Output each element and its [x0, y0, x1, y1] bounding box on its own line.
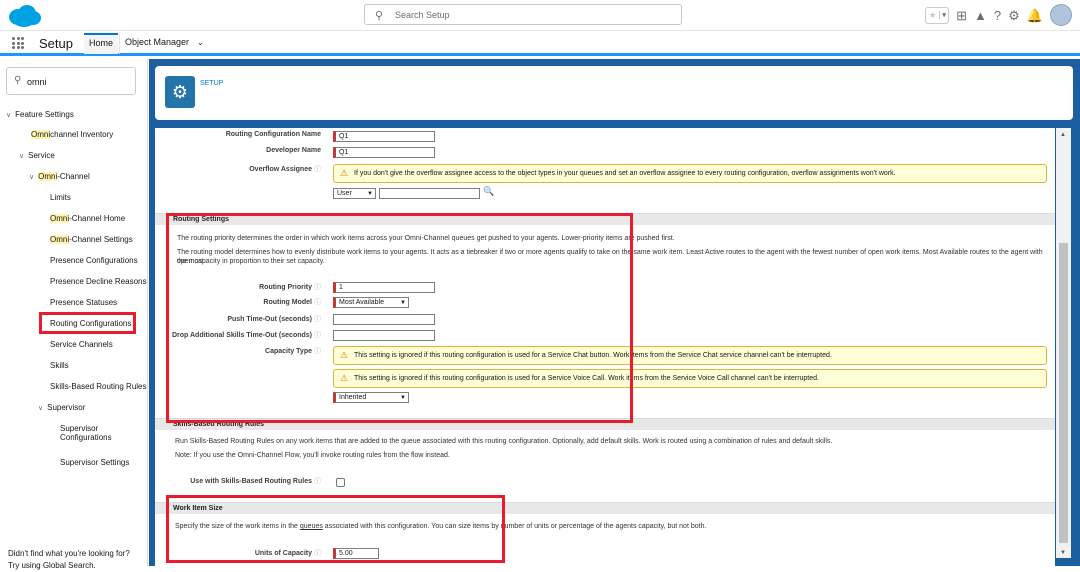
trailhead-icon[interactable]: ▲ [974, 9, 987, 22]
chevron-down-icon: ▼ [367, 191, 373, 197]
scroll-down-icon[interactable]: ▼ [1060, 550, 1066, 556]
bell-icon[interactable]: 🔔 [1027, 9, 1043, 22]
lookup-icon[interactable]: 🔍 [483, 186, 494, 197]
setup-gear-icon: ⚙ [165, 76, 195, 108]
routing-config-name-label: Routing Configuration Name [155, 131, 321, 138]
highlight-text: Omni [31, 130, 51, 139]
annotation-highlight-box [166, 213, 633, 423]
warning-icon: ⚠ [340, 168, 349, 178]
form-scrollbar[interactable]: ▲ ▼ [1056, 128, 1071, 558]
chevron-down-icon: ∨ [38, 405, 44, 412]
tree-item-label: -Channel Settings [69, 235, 133, 244]
chevron-down-icon[interactable]: ⌄ [197, 38, 204, 47]
label-text: Use with Skills-Based Routing Rules [190, 478, 312, 485]
label-text: Routing Configuration Name [225, 131, 321, 138]
highlight-text: Omni [50, 235, 70, 244]
tree-item-label: Configurations [60, 433, 112, 442]
tree-item-omnichannel-inventory[interactable]: Omnichannel Inventory [31, 130, 113, 139]
global-search-help: Didn't find what you're looking for? Try… [8, 548, 130, 572]
skills-routing-desc: Run Skills-Based Routing Rules on any wo… [175, 438, 833, 445]
tree-item-service[interactable]: ∨ Service [19, 151, 55, 160]
info-icon: ⓘ [314, 166, 321, 173]
tree-item-limits[interactable]: Limits [50, 193, 71, 202]
search-placeholder: Search Setup [395, 10, 450, 20]
quick-find-value: omni [27, 77, 47, 87]
tree-item-supervisor-settings[interactable]: Supervisor Settings [60, 458, 129, 467]
use-skills-routing-checkbox[interactable] [336, 478, 345, 487]
chevron-down-icon: ∨ [19, 153, 25, 160]
label-text: Developer Name [266, 147, 321, 154]
app-title: Setup [39, 36, 73, 51]
scrollbar-thumb[interactable] [1059, 243, 1068, 543]
favorites-button[interactable]: ★ ▾ [925, 6, 950, 24]
tab-object-manager-label: Object Manager [125, 37, 190, 47]
label-text: Overflow Assignee [249, 166, 312, 173]
search-icon: ⚲ [14, 75, 22, 86]
overflow-warning: ⚠ If you don't give the overflow assignee… [333, 164, 1047, 183]
chevron-down-icon: ∨ [6, 112, 12, 119]
tree-item-skills[interactable]: Skills [50, 361, 69, 370]
app-launcher-icon[interactable] [12, 37, 24, 49]
tree-item-label: -Channel [57, 172, 90, 181]
overflow-type-select[interactable]: User ▼ [333, 188, 376, 199]
routing-config-name-input[interactable]: Q1 [333, 131, 435, 142]
tab-home[interactable]: Home [84, 33, 119, 54]
tree-item-supervisor-configurations[interactable]: Supervisor Configurations [60, 424, 112, 442]
header-icons: ★ ▾ ⊞ ▲ ? ⚙ 🔔 [925, 3, 1072, 27]
tree-item-service-channels[interactable]: Service Channels [50, 340, 113, 349]
setup-page-header: ⚙ SETUP [155, 66, 1073, 120]
tree-item-presence-configurations[interactable]: Presence Configurations [50, 256, 138, 265]
select-value: User [337, 190, 352, 197]
overflow-assignee-label: Overflow Assignee ⓘ [155, 164, 321, 174]
skills-routing-note: Note: If you use the Omni-Channel Flow, … [175, 452, 450, 459]
salesforce-logo[interactable] [6, 3, 43, 29]
global-search-input[interactable]: ⚲ Search Setup [364, 4, 682, 25]
gear-icon[interactable]: ⚙ [1008, 9, 1020, 22]
tree-item-label: -Channel Home [69, 214, 126, 223]
help-icon[interactable]: ? [994, 9, 1001, 22]
tree-item-omni-channel-settings[interactable]: Omni-Channel Settings [50, 235, 133, 244]
highlight-text: Omni [38, 172, 58, 181]
chevron-down-icon: ▾ [939, 11, 948, 19]
help-text-line: Didn't find what you're looking for? [8, 549, 130, 558]
highlight-text: Omni [50, 214, 70, 223]
use-skills-routing-label: Use with Skills-Based Routing Rules ⓘ [155, 476, 321, 486]
help-text-line[interactable]: Try using Global Search. [8, 560, 130, 572]
tree-item-skills-based-routing-rules[interactable]: Skills-Based Routing Rules [50, 382, 147, 391]
star-icon: ★ [928, 9, 937, 20]
global-header: ⚲ Search Setup ★ ▾ ⊞ ▲ ? ⚙ 🔔 [0, 0, 1080, 31]
setup-label: SETUP [200, 80, 224, 87]
tree-item-supervisor[interactable]: ∨ Supervisor [38, 403, 85, 412]
chevron-down-icon: ∨ [29, 174, 35, 181]
scroll-up-icon[interactable]: ▲ [1060, 132, 1066, 138]
developer-name-input[interactable]: Q1 [333, 147, 435, 158]
tree-item-presence-decline-reasons[interactable]: Presence Decline Reasons [50, 277, 147, 286]
annotation-highlight-box [166, 495, 505, 563]
tab-object-manager[interactable]: Object Manager ⌄ [119, 33, 209, 54]
tree-item-label: Supervisor [47, 403, 86, 412]
annotation-highlight-box [39, 312, 136, 334]
tree-item-label: Service [28, 151, 55, 160]
add-icon[interactable]: ⊞ [956, 9, 967, 22]
warning-text: If you don't give the overflow assignee … [354, 170, 896, 177]
info-icon: ⓘ [314, 478, 321, 485]
overflow-assignee-input[interactable] [379, 188, 480, 199]
tree-item-presence-statuses[interactable]: Presence Statuses [50, 298, 117, 307]
tree-item-label: channel Inventory [50, 130, 114, 139]
tree-item-label: Supervisor [60, 424, 99, 433]
search-icon: ⚲ [375, 10, 384, 22]
quick-find-input[interactable]: ⚲ omni [6, 67, 136, 95]
tree-item-label: Feature Settings [15, 110, 74, 119]
avatar[interactable] [1050, 4, 1072, 26]
tree-item-omni-channel-home[interactable]: Omni-Channel Home [50, 214, 125, 223]
developer-name-label: Developer Name [155, 147, 321, 154]
app-nav-bar: Setup Home Object Manager ⌄ [0, 31, 1080, 56]
tree-item-omni-channel[interactable]: ∨ Omni-Channel [29, 172, 90, 181]
tree-item-feature-settings[interactable]: ∨ Feature Settings [6, 110, 74, 119]
setup-sidebar: ⚲ omni ∨ Feature Settings Omnichannel Inv… [0, 59, 148, 570]
